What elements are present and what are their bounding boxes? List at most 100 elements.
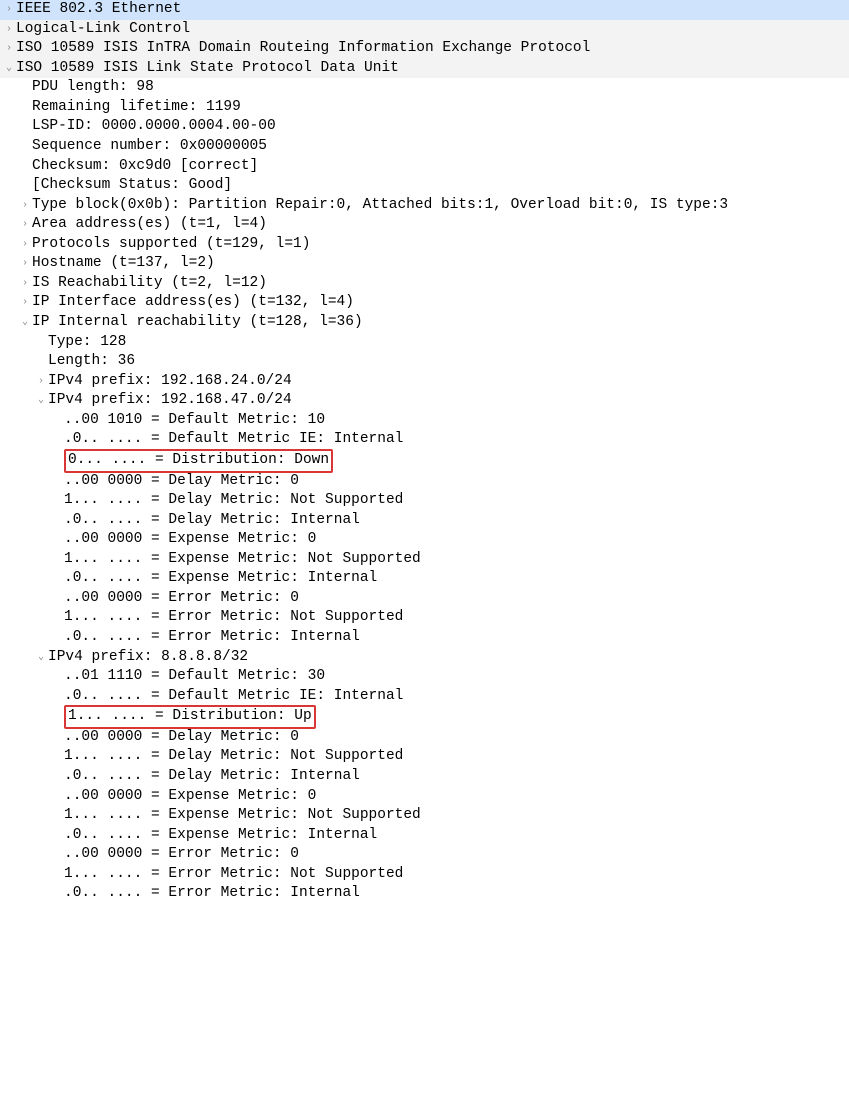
metric-row[interactable]: ·1... .... = Delay Metric: Not Supported: [0, 491, 849, 511]
field-remaining-lifetime[interactable]: · Remaining lifetime: 1199: [0, 98, 849, 118]
label: .0.. .... = Error Metric: Internal: [64, 628, 360, 648]
metric-row[interactable]: ·..00 1010 = Default Metric: 10: [0, 411, 849, 431]
metric-row[interactable]: ·1... .... = Delay Metric: Not Supported: [0, 747, 849, 767]
field-protocols-supported[interactable]: › Protocols supported (t=129, l=1): [0, 235, 849, 255]
tree-item-isis-lsp[interactable]: ⌄ ISO 10589 ISIS Link State Protocol Dat…: [0, 59, 849, 79]
spacer: ·: [50, 868, 64, 882]
metric-row[interactable]: ·..01 1110 = Default Metric: 30: [0, 667, 849, 687]
label: .0.. .... = Delay Metric: Internal: [64, 511, 360, 531]
spacer: ·: [50, 454, 64, 468]
label: ..00 0000 = Expense Metric: 0: [64, 530, 316, 550]
field-checksum-status[interactable]: · [Checksum Status: Good]: [0, 176, 849, 196]
field-pdu-length[interactable]: · PDU length: 98: [0, 78, 849, 98]
metric-row[interactable]: ·.0.. .... = Expense Metric: Internal: [0, 826, 849, 846]
chevron-right-icon[interactable]: ›: [18, 218, 32, 232]
spacer: ·: [18, 101, 32, 115]
metric-row[interactable]: ·1... .... = Error Metric: Not Supported: [0, 608, 849, 628]
metric-row[interactable]: ·..00 0000 = Error Metric: 0: [0, 589, 849, 609]
label: IPv4 prefix: 192.168.24.0/24: [48, 372, 292, 392]
spacer: ·: [18, 81, 32, 95]
label: Remaining lifetime: 1199: [32, 98, 241, 118]
spacer: ·: [18, 179, 32, 193]
metric-row-distribution-down[interactable]: · 0... .... = Distribution: Down: [0, 450, 849, 472]
field-type-block[interactable]: › Type block(0x0b): Partition Repair:0, …: [0, 196, 849, 216]
spacer: ·: [50, 809, 64, 823]
chevron-right-icon[interactable]: ›: [18, 238, 32, 252]
field-type[interactable]: · Type: 128: [0, 333, 849, 353]
metric-row[interactable]: ·.0.. .... = Expense Metric: Internal: [0, 569, 849, 589]
metric-row[interactable]: ·..00 0000 = Expense Metric: 0: [0, 787, 849, 807]
chevron-right-icon[interactable]: ›: [18, 277, 32, 291]
chevron-right-icon[interactable]: ›: [18, 296, 32, 310]
label: 0... .... = Distribution: Down: [68, 452, 329, 468]
chevron-right-icon[interactable]: ›: [2, 3, 16, 17]
metric-row[interactable]: ·.0.. .... = Default Metric IE: Internal: [0, 430, 849, 450]
tree-item-llc[interactable]: › Logical-Link Control: [0, 20, 849, 40]
label: .0.. .... = Error Metric: Internal: [64, 884, 360, 904]
chevron-down-icon[interactable]: ⌄: [18, 316, 32, 330]
spacer: ·: [50, 750, 64, 764]
field-sequence-number[interactable]: · Sequence number: 0x00000005: [0, 137, 849, 157]
metric-row-distribution-up[interactable]: ·1... .... = Distribution: Up: [0, 706, 849, 728]
label: PDU length: 98: [32, 78, 154, 98]
label: .0.. .... = Default Metric IE: Internal: [64, 687, 403, 707]
metric-row[interactable]: ·..00 0000 = Error Metric: 0: [0, 845, 849, 865]
label: 1... .... = Expense Metric: Not Supporte…: [64, 550, 421, 570]
spacer: ·: [50, 670, 64, 684]
label: .0.. .... = Default Metric IE: Internal: [64, 430, 403, 450]
metric-row[interactable]: ·..00 0000 = Expense Metric: 0: [0, 530, 849, 550]
metric-row[interactable]: ·.0.. .... = Error Metric: Internal: [0, 884, 849, 904]
chevron-right-icon[interactable]: ›: [2, 42, 16, 56]
metric-row[interactable]: ·.0.. .... = Error Metric: Internal: [0, 628, 849, 648]
label: ISO 10589 ISIS InTRA Domain Routeing Inf…: [16, 39, 590, 59]
label: ..00 0000 = Delay Metric: 0: [64, 728, 299, 748]
chevron-right-icon[interactable]: ›: [34, 375, 48, 389]
chevron-down-icon[interactable]: ⌄: [34, 394, 48, 408]
chevron-right-icon[interactable]: ›: [18, 257, 32, 271]
field-checksum[interactable]: · Checksum: 0xc9d0 [correct]: [0, 157, 849, 177]
chevron-right-icon[interactable]: ›: [2, 23, 16, 37]
spacer: ·: [18, 120, 32, 134]
field-lsp-id[interactable]: · LSP-ID: 0000.0000.0004.00-00: [0, 117, 849, 137]
metric-row[interactable]: ·.0.. .... = Delay Metric: Internal: [0, 511, 849, 531]
spacer: ·: [50, 770, 64, 784]
metric-row[interactable]: ·1... .... = Expense Metric: Not Support…: [0, 806, 849, 826]
metric-row[interactable]: ·..00 0000 = Delay Metric: 0: [0, 728, 849, 748]
label: .0.. .... = Expense Metric: Internal: [64, 826, 377, 846]
label: ..00 1010 = Default Metric: 10: [64, 411, 325, 431]
metric-row[interactable]: ·..00 0000 = Delay Metric: 0: [0, 472, 849, 492]
label: Protocols supported (t=129, l=1): [32, 235, 310, 255]
chevron-down-icon[interactable]: ⌄: [2, 62, 16, 76]
spacer: ·: [50, 514, 64, 528]
metric-row[interactable]: ·1... .... = Error Metric: Not Supported: [0, 865, 849, 885]
field-is-reachability[interactable]: › IS Reachability (t=2, l=12): [0, 274, 849, 294]
field-ip-internal-reachability[interactable]: ⌄ IP Internal reachability (t=128, l=36): [0, 313, 849, 333]
field-ipv4-prefix-3[interactable]: ⌄ IPv4 prefix: 8.8.8.8/32: [0, 648, 849, 668]
metric-row[interactable]: ·.0.. .... = Delay Metric: Internal: [0, 767, 849, 787]
chevron-down-icon[interactable]: ⌄: [34, 651, 48, 665]
spacer: ·: [18, 140, 32, 154]
spacer: ·: [50, 848, 64, 862]
label: 1... .... = Error Metric: Not Supported: [64, 608, 403, 628]
field-hostname[interactable]: › Hostname (t=137, l=2): [0, 254, 849, 274]
field-ipv4-prefix-1[interactable]: › IPv4 prefix: 192.168.24.0/24: [0, 372, 849, 392]
label: Sequence number: 0x00000005: [32, 137, 267, 157]
label: 1... .... = Delay Metric: Not Supported: [64, 747, 403, 767]
chevron-right-icon[interactable]: ›: [18, 199, 32, 213]
field-area-addresses[interactable]: › Area address(es) (t=1, l=4): [0, 215, 849, 235]
field-ipv4-prefix-2[interactable]: ⌄ IPv4 prefix: 192.168.47.0/24: [0, 391, 849, 411]
metric-row[interactable]: ·1... .... = Expense Metric: Not Support…: [0, 550, 849, 570]
field-ip-interface-addresses[interactable]: › IP Interface address(es) (t=132, l=4): [0, 293, 849, 313]
spacer: ·: [50, 631, 64, 645]
metric-row[interactable]: ·.0.. .... = Default Metric IE: Internal: [0, 687, 849, 707]
label: ..00 0000 = Error Metric: 0: [64, 589, 299, 609]
label: IP Interface address(es) (t=132, l=4): [32, 293, 354, 313]
label: .0.. .... = Expense Metric: Internal: [64, 569, 377, 589]
label: Area address(es) (t=1, l=4): [32, 215, 267, 235]
tree-item-isis-inter[interactable]: › ISO 10589 ISIS InTRA Domain Routeing I…: [0, 39, 849, 59]
label: Hostname (t=137, l=2): [32, 254, 215, 274]
label: Checksum: 0xc9d0 [correct]: [32, 157, 258, 177]
field-length[interactable]: · Length: 36: [0, 352, 849, 372]
spacer: ·: [50, 790, 64, 804]
tree-item-ethernet[interactable]: › IEEE 802.3 Ethernet: [0, 0, 849, 20]
